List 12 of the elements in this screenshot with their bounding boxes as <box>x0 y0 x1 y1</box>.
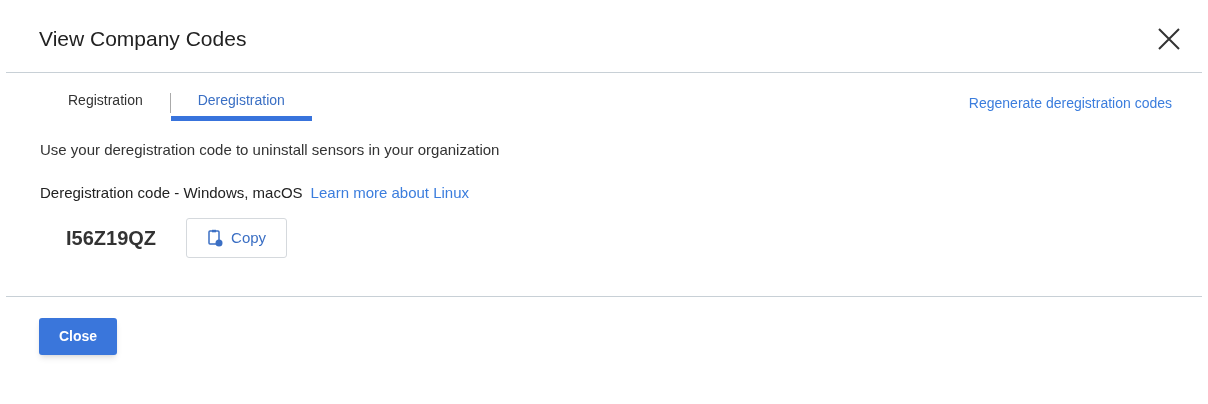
regenerate-link[interactable]: Regenerate deregistration codes <box>968 93 1172 114</box>
copy-button[interactable]: Copy <box>186 218 288 258</box>
tab[interactable]: Deregistration <box>170 85 312 121</box>
code-label: Deregistration code - Windows, macOS <box>40 182 303 203</box>
close-icon[interactable] <box>1156 26 1182 52</box>
description-text: Use your deregistration code to uninstall sensors in your organization <box>40 140 501 160</box>
clipboard-icon <box>207 229 224 247</box>
linux-link[interactable]: Learn more about Linux <box>310 181 470 204</box>
close-button[interactable]: Close <box>39 318 118 355</box>
dialog-title: View Company Codes <box>39 26 247 53</box>
tab[interactable]: Registration <box>41 85 170 121</box>
deregistration-code: I56Z19QZ <box>66 226 157 251</box>
